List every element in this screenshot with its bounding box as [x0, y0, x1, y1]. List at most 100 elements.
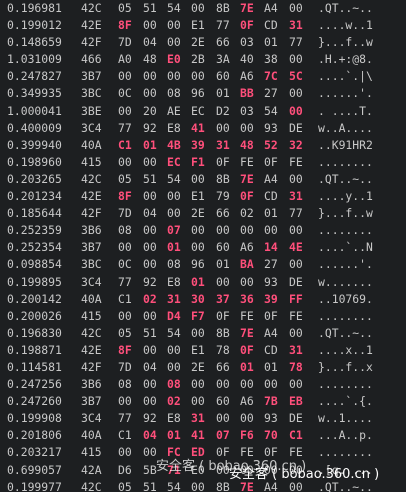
frame-byte: 01 — [167, 428, 181, 443]
frame-byte: 03 — [240, 103, 254, 118]
frame-byte: 30 — [191, 291, 205, 306]
frame-id: 42E — [81, 342, 102, 357]
frame-byte: 54 — [167, 479, 181, 492]
frame-ascii: .QT..~.. — [318, 171, 373, 186]
frame-byte: 01 — [143, 137, 157, 152]
frame-byte: CD — [264, 18, 278, 33]
frame-byte: 00 — [118, 394, 132, 409]
frame-ascii: ....w..1 — [318, 18, 373, 33]
frame-byte: FE — [240, 154, 254, 169]
frame-byte: 01 — [240, 359, 254, 374]
frame-byte: 8F — [118, 189, 132, 204]
frame-byte: 00 — [143, 394, 157, 409]
frame-byte: 92 — [143, 120, 157, 135]
frame-timestamp: 0.114581 — [7, 359, 62, 374]
frame-id: 3B7 — [81, 240, 102, 255]
frame-byte: 60 — [216, 394, 230, 409]
frame-id: 3B6 — [81, 377, 102, 392]
frame-timestamp: 0.196981 — [7, 1, 62, 15]
frame-ascii: ...A..p. — [318, 428, 373, 443]
frame-byte: A4 — [264, 1, 278, 15]
frame-byte: 03 — [240, 35, 254, 50]
frame-id: 42A — [81, 462, 102, 477]
frame-byte: 7E — [240, 325, 254, 340]
frame-row: 0.247256 3B6 08 00 08 00 00 00 00 00........ — [0, 376, 406, 393]
frame-byte: 70 — [264, 428, 278, 443]
frame-byte: 00 — [264, 377, 278, 392]
frame-timestamp: 0.400009 — [7, 120, 62, 135]
frame-byte: 3A — [216, 52, 230, 67]
frame-ascii: ....x..1 — [318, 342, 373, 357]
frame-byte: 2E — [191, 35, 205, 50]
frame-timestamp: 0.199977 — [7, 479, 62, 492]
frame-byte: D2 — [216, 103, 230, 118]
frame-ascii: w..A.... — [318, 120, 373, 135]
frame-byte: 00 — [118, 69, 132, 84]
frame-timestamp: 0.247256 — [7, 377, 62, 392]
frame-byte: 7E — [240, 1, 254, 15]
frame-byte: 7D — [118, 359, 132, 374]
frame-row: 0.199895 3C4 77 92 E8 01 00 00 93 DE w....... — [0, 274, 406, 291]
frame-byte: 00 — [289, 52, 303, 67]
frame-byte: 01 — [216, 257, 230, 272]
frame-byte: 78 — [289, 359, 303, 374]
frame-ascii: . ....T. — [318, 103, 373, 118]
frame-byte: 00 — [118, 103, 132, 118]
frame-byte: F1 — [191, 154, 205, 169]
frame-byte: 00 — [143, 342, 157, 357]
frame-byte: 38 — [264, 52, 278, 67]
frame-byte: 04 — [143, 428, 157, 443]
frame-byte: 31 — [289, 342, 303, 357]
frame-byte: BA — [240, 257, 254, 272]
frame-byte: 2B — [191, 52, 205, 67]
frame-byte: 05 — [118, 325, 132, 340]
frame-byte: 00 — [167, 189, 181, 204]
frame-timestamp: 0.196830 — [7, 325, 62, 340]
frame-byte: FF — [289, 291, 303, 306]
frame-byte: 00 — [118, 240, 132, 255]
frame-byte: 00 — [191, 1, 205, 15]
frame-id: 3BC — [81, 257, 102, 272]
frame-byte: 00 — [167, 35, 181, 50]
frame-row: 0.252359 3B6 08 00 07 00 00 00 00 00........ — [0, 222, 406, 239]
frame-byte: 66 — [216, 206, 230, 221]
frame-byte: 05 — [118, 1, 132, 15]
frame-ascii: ....y..1 — [318, 189, 373, 204]
frame-timestamp: 0.247827 — [7, 69, 62, 84]
frame-timestamp: 0.198871 — [7, 342, 62, 357]
frame-byte: 00 — [191, 171, 205, 186]
frame-byte: 00 — [191, 223, 205, 238]
frame-byte: 0C — [118, 257, 132, 272]
frame-id: 3C4 — [81, 120, 102, 135]
frame-row: 0.196830 42C 05 51 54 00 8B 7E A4 00 .QT..~.. — [0, 325, 406, 342]
frame-byte: 00 — [240, 377, 254, 392]
frame-byte: 00 — [289, 377, 303, 392]
frame-byte: 8B — [216, 171, 230, 186]
frame-ascii: }...f..w — [318, 35, 373, 50]
frame-byte: 00 — [143, 445, 157, 460]
frame-id: 3B7 — [81, 69, 102, 84]
frame-byte: 78 — [216, 342, 230, 357]
frame-byte: 02 — [167, 394, 181, 409]
frame-byte: 54 — [167, 171, 181, 186]
frame-timestamp: 0.199908 — [7, 411, 62, 426]
frame-row: 0.196981 42C 05 51 54 00 8B 7E A4 00 .QT..~.. — [0, 0, 406, 17]
frame-byte: 96 — [191, 86, 205, 101]
frame-byte: 00 — [289, 103, 303, 118]
frame-ascii: ..10769. — [318, 291, 373, 306]
frame-ascii: }...f..w — [318, 206, 373, 221]
frame-timestamp: 0.203265 — [7, 171, 62, 186]
frame-byte: 77 — [289, 35, 303, 50]
frame-byte: 0F — [216, 154, 230, 169]
frame-byte: 05 — [118, 479, 132, 492]
frame-byte: 01 — [167, 240, 181, 255]
frame-byte: 92 — [143, 411, 157, 426]
frame-ascii: ........ — [318, 377, 373, 392]
frame-byte: 00 — [240, 223, 254, 238]
frame-id: 42E — [81, 18, 102, 33]
frame-byte: 00 — [289, 1, 303, 15]
frame-byte: 54 — [167, 325, 181, 340]
frame-byte: E1 — [191, 189, 205, 204]
frame-byte: 0F — [240, 18, 254, 33]
frame-byte: 08 — [167, 86, 181, 101]
